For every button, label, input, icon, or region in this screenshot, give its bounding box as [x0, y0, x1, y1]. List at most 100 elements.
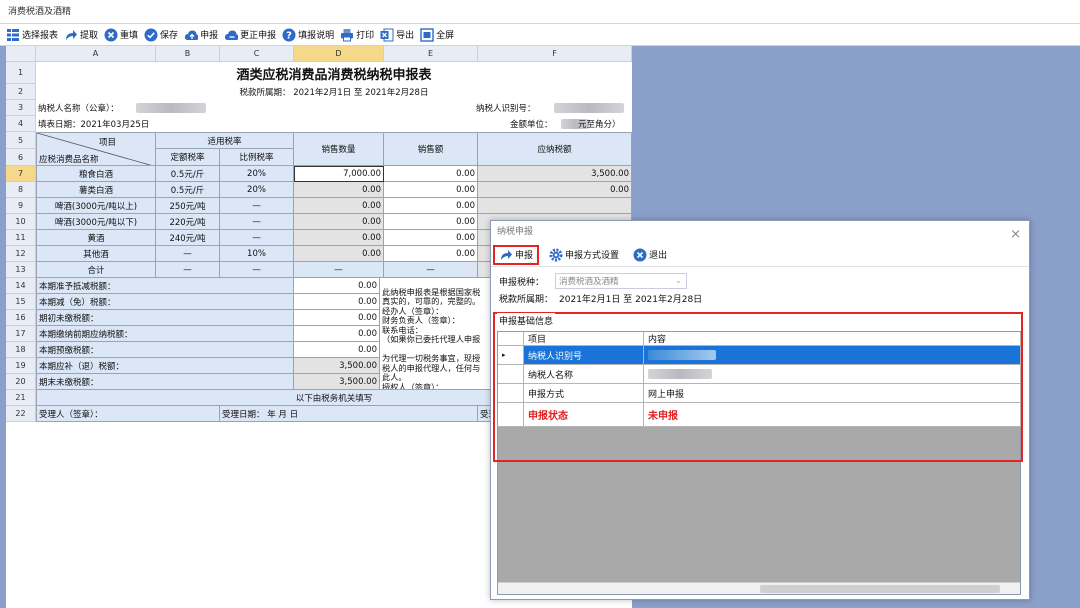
dialog-declare-button[interactable]: 申报 [493, 244, 540, 265]
close-icon[interactable]: × [1010, 224, 1021, 246]
help-button[interactable]: ? 填报说明 [282, 26, 334, 44]
horizontal-scrollbar[interactable] [498, 582, 1020, 594]
sheet-title: 酒类应税消费品消费税纳税申报表 [236, 67, 432, 83]
item-qty-input[interactable]: 0.00 [294, 230, 384, 246]
fullscreen-icon [420, 27, 434, 42]
row-header[interactable]: 20 [6, 374, 36, 390]
row-header[interactable]: 10 [6, 214, 36, 230]
period-label: 税款所属期： 2021年2月1日 至 2021年2月28日 [239, 88, 429, 98]
summary-value[interactable]: 0.00 [294, 278, 380, 294]
row-header[interactable]: 2 [6, 84, 36, 100]
export-button[interactable]: 导出 [380, 26, 414, 44]
print-button[interactable]: 打印 [340, 26, 374, 44]
printer-icon [340, 28, 354, 42]
column-header[interactable]: E [384, 46, 478, 62]
row-header[interactable]: 11 [6, 230, 36, 246]
item-amount-input[interactable]: 0.00 [384, 246, 478, 262]
row-header[interactable]: 5 [6, 132, 36, 149]
fetch-label: 提取 [80, 31, 99, 41]
item-ratio-rate: — [220, 198, 294, 214]
item-amount-input[interactable]: 0.00 [384, 230, 478, 246]
tax-type-select[interactable]: 消费税酒及酒精 ⌄ [555, 273, 687, 289]
close-circle-icon [104, 28, 118, 42]
item-ratio-rate: 10% [220, 246, 294, 262]
summary-label: 本期缴纳前期应纳税额： [36, 326, 294, 342]
correct-declare-button[interactable]: 更正申报 [224, 26, 276, 44]
summary-value[interactable]: 0.00 [294, 342, 380, 358]
fetch-button[interactable]: 提取 [64, 26, 98, 44]
declare-button[interactable]: 申报 [184, 26, 218, 44]
row-header[interactable]: 3 [6, 100, 36, 116]
row-header[interactable]: 8 [6, 182, 36, 198]
row-header[interactable]: 7 [6, 166, 36, 182]
column-header[interactable]: D [294, 46, 384, 62]
column-header[interactable]: F [478, 46, 632, 62]
column-header[interactable]: A [36, 46, 156, 62]
row-header[interactable]: 21 [6, 390, 36, 406]
row-header[interactable]: 17 [6, 326, 36, 342]
item-qty-input[interactable]: 0.00 [294, 246, 384, 262]
row-header[interactable]: 22 [6, 406, 36, 422]
item-name: 合计 [36, 262, 156, 278]
summary-value[interactable]: 0.00 [294, 326, 380, 342]
item-qty-input[interactable]: 0.00 [294, 198, 384, 214]
app-window: 消费税酒及酒精 选择报表 提取 重填 保存 申报 更正申报 ? 填报说明 打印 … [0, 0, 1080, 608]
summary-value: 3,500.00 [294, 374, 380, 390]
scrollbar-thumb[interactable] [760, 585, 1000, 593]
unit-label-tail: 元至角分） [578, 120, 621, 130]
column-header[interactable]: B [156, 46, 220, 62]
choose-report-label: 选择报表 [22, 31, 59, 41]
item-qty-input[interactable]: 0.00 [294, 214, 384, 230]
item-amount-input[interactable]: 0.00 [384, 166, 478, 182]
row-header[interactable]: 4 [6, 116, 36, 132]
row-header[interactable]: 12 [6, 246, 36, 262]
correct-declare-label: 更正申报 [240, 31, 277, 41]
item-amount-input[interactable]: 0.00 [384, 214, 478, 230]
row-header[interactable]: 6 [6, 149, 36, 166]
item-amount-input[interactable]: 0.00 [384, 182, 478, 198]
taxpayer-id-label: 纳税人识别号： [476, 104, 536, 114]
column-header[interactable]: C [220, 46, 294, 62]
row-header[interactable]: 16 [6, 310, 36, 326]
item-qty-input[interactable]: 7,000.00 [294, 166, 384, 182]
item-amount-input[interactable]: 0.00 [384, 198, 478, 214]
dialog-toolbar: 申报 申报方式设置 退出 [491, 243, 1029, 267]
row-header[interactable]: 18 [6, 342, 36, 358]
fullscreen-button[interactable]: 全屏 [420, 26, 454, 44]
summary-value[interactable]: 0.00 [294, 310, 380, 326]
choose-report-button[interactable]: 选择报表 [6, 26, 58, 44]
item-qty-input: — [294, 262, 384, 278]
item-name: 薯类白酒 [36, 182, 156, 198]
group-label: 申报基础信息 [497, 313, 556, 327]
item-fixed-rate: 0.5元/斤 [156, 166, 220, 182]
row-header[interactable]: 1 [6, 62, 36, 84]
item-qty-input[interactable]: 0.00 [294, 182, 384, 198]
header-qty: 销售数量 [294, 132, 384, 166]
summary-value[interactable]: 0.00 [294, 294, 380, 310]
redacted-taxpayer-name [136, 103, 206, 113]
header-ratio-rate: 比例税率 [220, 149, 294, 166]
question-icon: ? [282, 28, 296, 42]
declare-method-button[interactable]: 申报方式设置 [545, 245, 623, 265]
row-header[interactable]: 19 [6, 358, 36, 374]
row-header[interactable]: 14 [6, 278, 36, 294]
save-button[interactable]: 保存 [144, 26, 178, 44]
item-name: 粮食白酒 [36, 166, 156, 182]
item-fixed-rate: — [156, 262, 220, 278]
header-amount: 销售额 [384, 132, 478, 166]
header-tax: 应纳税额 [478, 132, 632, 166]
row-header[interactable]: 13 [6, 262, 36, 278]
reset-label: 重填 [120, 31, 139, 41]
cloud-refresh-icon [224, 28, 239, 42]
exit-button[interactable]: 退出 [629, 245, 671, 265]
redacted-taxpayer-id [554, 103, 624, 113]
row-header[interactable]: 9 [6, 198, 36, 214]
print-label: 打印 [356, 31, 375, 41]
item-ratio-rate: — [220, 214, 294, 230]
summary-label: 期末未缴税额： [36, 374, 294, 390]
summary-label: 本期预缴税额： [36, 342, 294, 358]
period-value: 2021年2月1日 至 2021年2月28日 [559, 294, 703, 305]
exit-label: 退出 [649, 251, 668, 261]
row-header[interactable]: 15 [6, 294, 36, 310]
reset-button[interactable]: 重填 [104, 26, 138, 44]
